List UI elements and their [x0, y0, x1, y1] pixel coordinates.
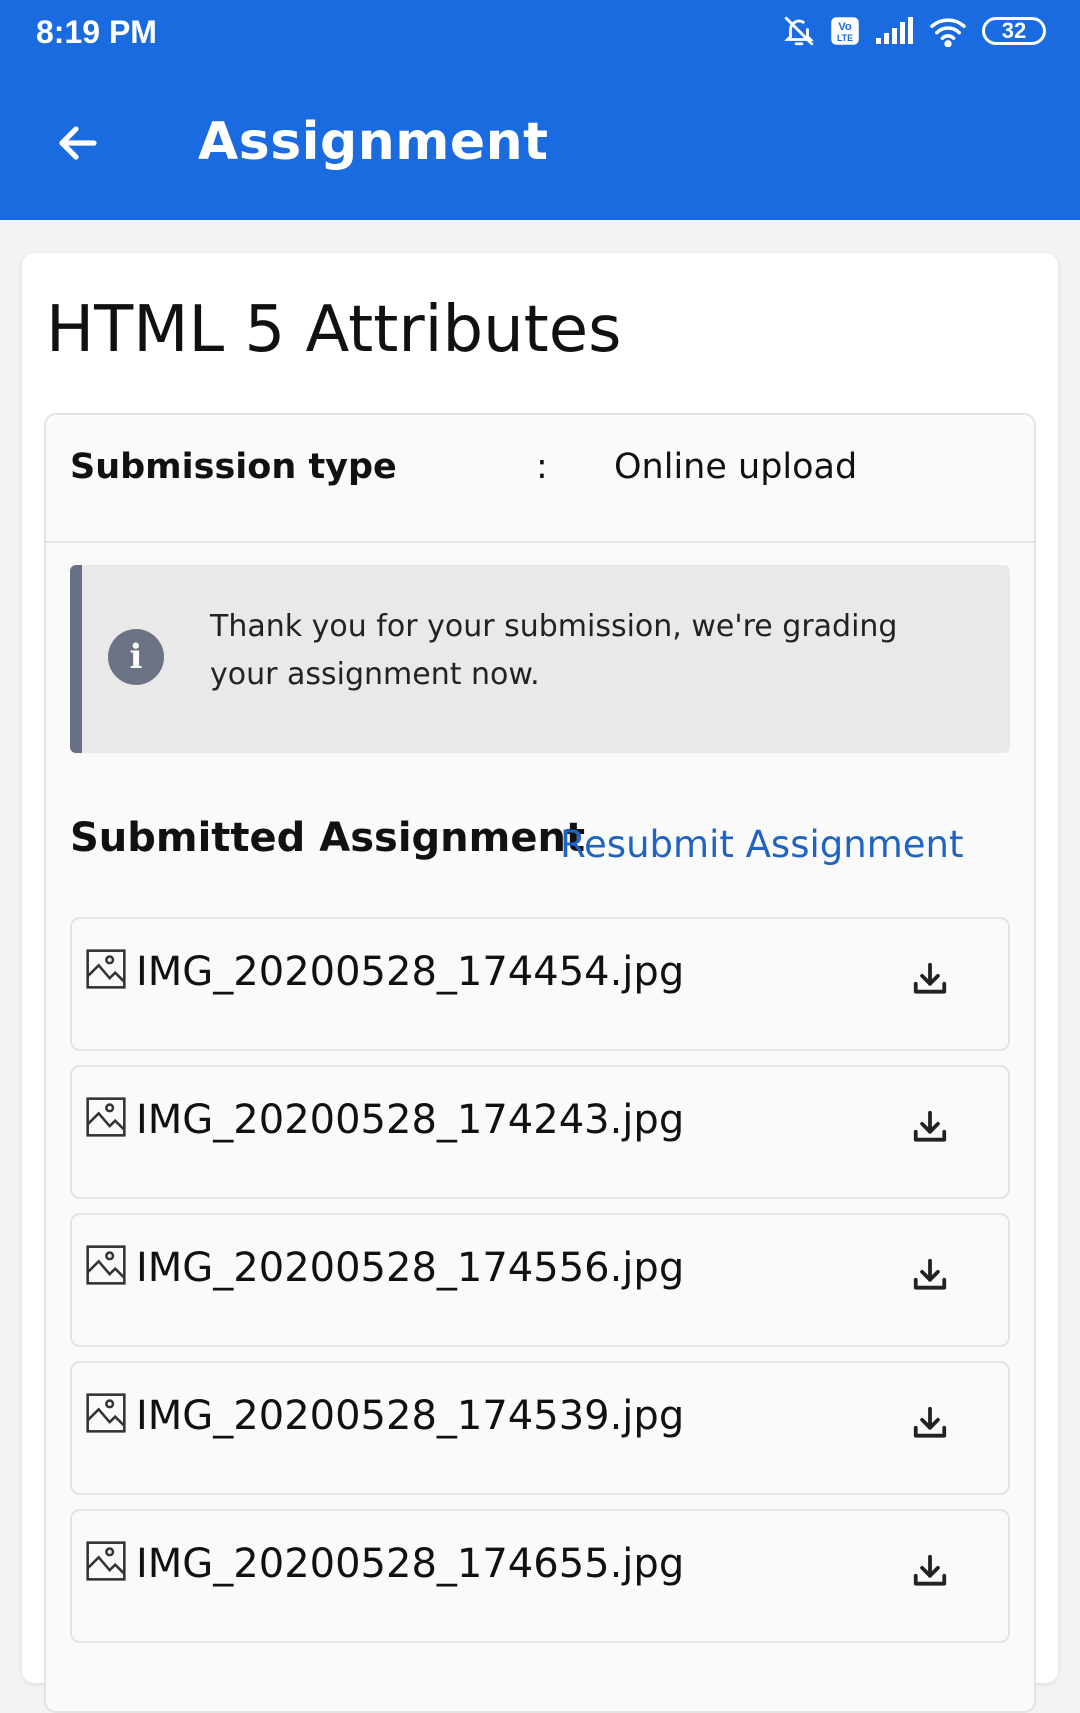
volte-icon: Vo LTE	[831, 17, 859, 45]
download-button[interactable]	[906, 1399, 954, 1447]
info-icon: i	[108, 629, 164, 685]
image-file-icon	[86, 1393, 126, 1433]
arrow-left-icon	[59, 126, 97, 160]
svg-text:LTE: LTE	[837, 33, 853, 43]
image-file-icon	[86, 1097, 126, 1137]
download-icon	[913, 1554, 947, 1586]
file-item[interactable]: IMG_20200528_174539.jpg	[70, 1361, 1010, 1495]
grading-notice: i Thank you for your submission, we're g…	[70, 565, 1010, 753]
download-icon	[913, 1258, 947, 1290]
image-file-icon	[86, 1541, 126, 1581]
assignment-title: HTML 5 Attributes	[46, 293, 622, 367]
submission-type-separator: :	[536, 447, 548, 487]
assignment-card: HTML 5 Attributes Submission type : Onli…	[22, 253, 1058, 1713]
status-time: 8:19 PM	[36, 14, 157, 50]
submission-type-value: Online upload	[614, 447, 858, 487]
bell-off-icon	[784, 16, 814, 46]
resubmit-assignment-link[interactable]: Resubmit Assignment	[560, 823, 963, 866]
file-name: IMG_20200528_174556.jpg	[136, 1245, 685, 1291]
file-list: IMG_20200528_174454.jpg IMG_20200528_174…	[70, 917, 1010, 1657]
file-name: IMG_20200528_174655.jpg	[136, 1541, 685, 1587]
image-file-icon	[86, 1245, 126, 1285]
signal-icon	[876, 17, 913, 44]
file-name: IMG_20200528_174539.jpg	[136, 1393, 685, 1439]
download-button[interactable]	[906, 1547, 954, 1595]
file-item[interactable]: IMG_20200528_174556.jpg	[70, 1213, 1010, 1347]
wifi-icon	[930, 18, 966, 47]
file-name: IMG_20200528_174454.jpg	[136, 949, 685, 995]
notice-text: Thank you for your submission, we're gra…	[210, 609, 898, 692]
file-name: IMG_20200528_174243.jpg	[136, 1097, 685, 1143]
download-icon	[913, 1406, 947, 1438]
submission-type-row: Submission type : Online upload	[46, 415, 1034, 543]
download-button[interactable]	[906, 955, 954, 1003]
status-icons: Vo LTE 32	[782, 14, 1046, 48]
svg-text:Vo: Vo	[838, 21, 852, 33]
battery-icon: 32	[982, 17, 1046, 45]
back-button[interactable]	[40, 105, 116, 181]
download-button[interactable]	[906, 1251, 954, 1299]
download-icon	[913, 962, 947, 994]
image-file-icon	[86, 949, 126, 989]
app-bar: 8:19 PM Vo LTE 32 Assignment	[0, 0, 1080, 220]
page-title: Assignment	[198, 112, 549, 172]
file-item[interactable]: IMG_20200528_174243.jpg	[70, 1065, 1010, 1199]
submitted-assignment-heading: Submitted Assignment	[70, 815, 586, 861]
file-item[interactable]: IMG_20200528_174454.jpg	[70, 917, 1010, 1051]
submission-type-label: Submission type	[70, 447, 397, 487]
file-item[interactable]: IMG_20200528_174655.jpg	[70, 1509, 1010, 1643]
download-icon	[913, 1110, 947, 1142]
download-button[interactable]	[906, 1103, 954, 1151]
submission-panel: Submission type : Online upload i Thank …	[44, 413, 1036, 1713]
